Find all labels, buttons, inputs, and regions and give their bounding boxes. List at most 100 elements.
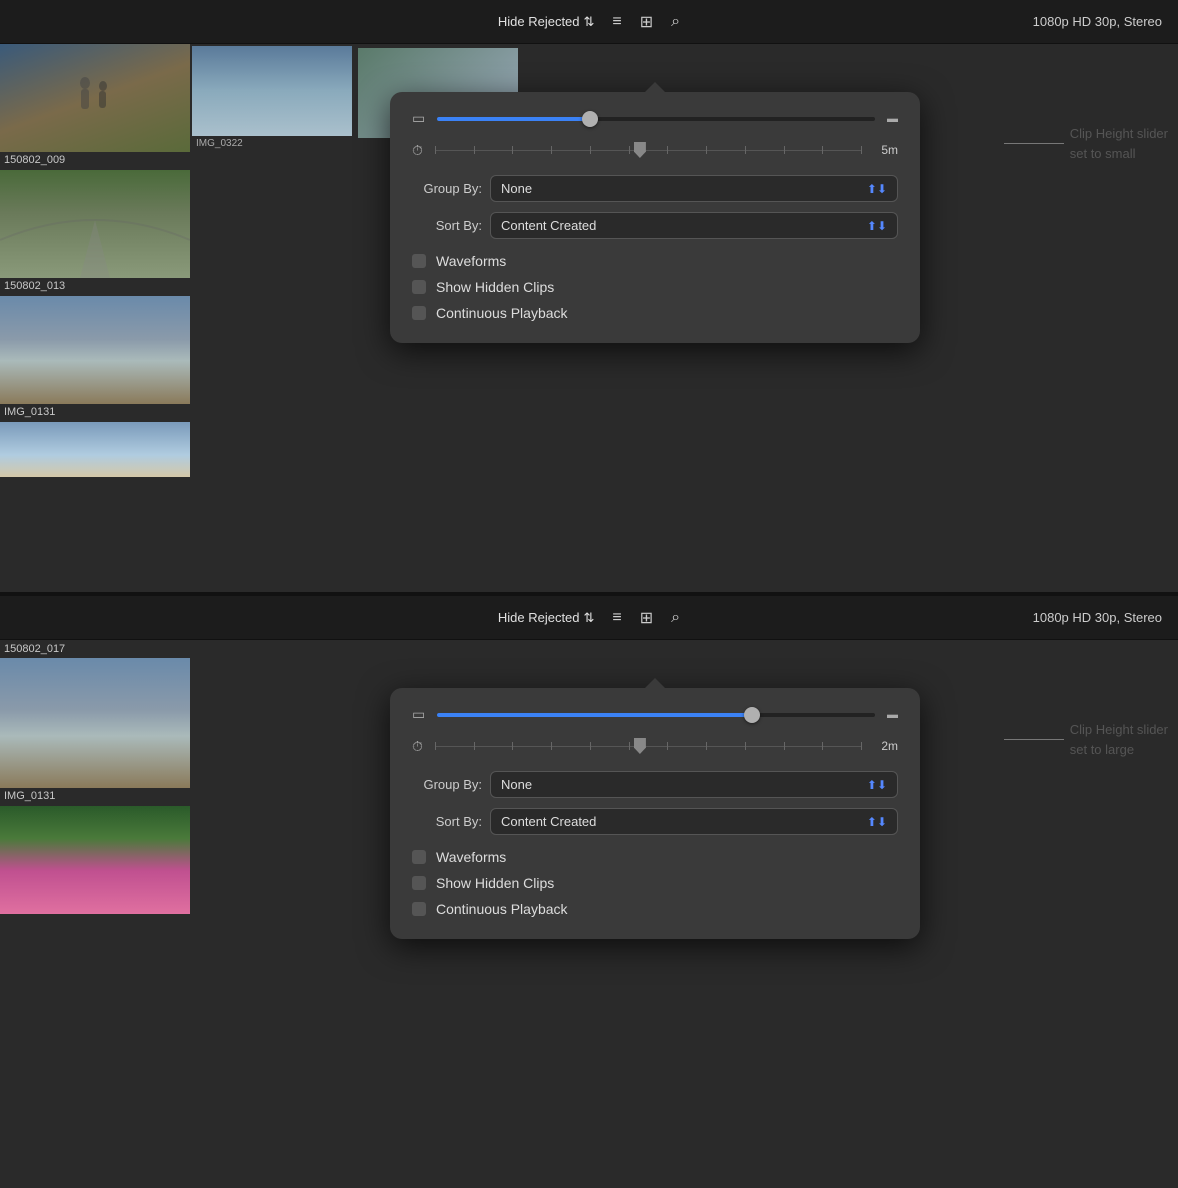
duration-thumb-bottom[interactable]	[634, 738, 646, 754]
main-area-bottom: ▭ ▬ ⏱	[190, 640, 1178, 1188]
continuous-playback-checkbox-top[interactable]	[412, 306, 426, 320]
clip-item-flowers-bottom[interactable]	[0, 806, 190, 914]
clip-small-icon: ▭	[412, 110, 425, 127]
popup-top: ▭ ▬ ⏱	[390, 92, 920, 343]
sort-by-value-bottom: Content Created	[501, 814, 596, 829]
sort-by-row-bottom: Sort By: Content Created ⬆⬇	[412, 808, 898, 835]
duration-slider-row-top: ⏱	[412, 141, 898, 159]
continuous-playback-row-bottom: Continuous Playback	[412, 901, 898, 917]
clip-height-fill-bottom	[437, 713, 752, 717]
show-hidden-label-bottom: Show Hidden Clips	[436, 875, 554, 891]
clip-label-img0131-bottom: IMG_0131	[0, 788, 190, 806]
waveforms-label-bottom: Waveforms	[436, 849, 506, 865]
list-view-button-bottom[interactable]: ≡	[612, 609, 621, 627]
duration-ticks-bottom	[435, 742, 862, 750]
clip-item-road[interactable]: 150802_013	[0, 170, 190, 296]
topbar-bottom: Hide Rejected ⇅ ≡ ⊞ ⌕ 1080p HD 30p, Ster…	[0, 596, 1178, 640]
group-by-arrows-bottom: ⬆⬇	[867, 778, 887, 792]
clip-item-hikers[interactable]: 150802_009	[0, 44, 190, 170]
hide-rejected-button-bottom[interactable]: Hide Rejected ⇅	[498, 610, 595, 626]
thumb-partial-top	[192, 46, 352, 136]
thumb-sky	[0, 422, 190, 477]
clip-large-icon-bottom: ▬	[887, 709, 898, 721]
group-by-label-bottom: Group By:	[412, 777, 482, 792]
continuous-playback-label-bottom: Continuous Playback	[436, 901, 568, 917]
waveforms-checkbox-top[interactable]	[412, 254, 426, 268]
group-by-row-bottom: Group By: None ⬆⬇	[412, 771, 898, 798]
checkbox-section-top: Waveforms Show Hidden Clips Continuous P…	[412, 253, 898, 321]
topbar-center: Hide Rejected ⇅ ≡ ⊞ ⌕	[498, 12, 680, 32]
group-by-arrows-top: ⬆⬇	[867, 182, 887, 196]
clip-item-mountains[interactable]: IMG_0131	[0, 296, 190, 422]
duration-label-top: 5m	[874, 143, 898, 157]
continuous-playback-checkbox-bottom[interactable]	[412, 902, 426, 916]
duration-track-top[interactable]	[435, 141, 862, 159]
group-by-select-bottom[interactable]: None ⬆⬇	[490, 771, 898, 798]
clip-item-img0131-bottom[interactable]: IMG_0131	[0, 658, 190, 806]
thumb-flowers-bottom	[0, 806, 190, 914]
group-by-select-top[interactable]: None ⬆⬇	[490, 175, 898, 202]
sort-by-select-top[interactable]: Content Created ⬆⬇	[490, 212, 898, 239]
topbar-top: Hide Rejected ⇅ ≡ ⊞ ⌕ 1080p HD 30p, Ster…	[0, 0, 1178, 44]
thumb-hikers	[0, 44, 190, 152]
stopwatch-icon-bottom: ⏱	[412, 738, 423, 755]
waveforms-row-bottom: Waveforms	[412, 849, 898, 865]
thumb-road	[0, 170, 190, 278]
clip-height-thumb-bottom[interactable]	[744, 707, 760, 723]
thumb-mountains	[0, 296, 190, 404]
resolution-label: 1080p HD 30p, Stereo	[680, 14, 1162, 29]
continuous-playback-label-top: Continuous Playback	[436, 305, 568, 321]
duration-ticks-top	[435, 146, 862, 154]
show-hidden-checkbox-bottom[interactable]	[412, 876, 426, 890]
clip-label-road: 150802_013	[0, 278, 190, 296]
clip-height-track-bottom[interactable]	[437, 713, 875, 717]
stopwatch-icon-top: ⏱	[412, 142, 423, 159]
hide-rejected-button[interactable]: Hide Rejected ⇅	[498, 14, 595, 30]
duration-track-bottom[interactable]	[435, 737, 862, 755]
chevron-updown-icon-bottom: ⇅	[584, 610, 595, 626]
filmstrip-top: 150802_009 150802_013 IMG_0131	[0, 44, 190, 592]
duration-slider-row-bottom: ⏱	[412, 737, 898, 755]
hide-rejected-label-bottom: Hide Rejected	[498, 610, 580, 625]
show-hidden-row-top: Show Hidden Clips	[412, 279, 898, 295]
grid-view-button[interactable]: ⊞	[640, 12, 653, 32]
sort-by-label-bottom: Sort By:	[412, 814, 482, 829]
group-by-value-bottom: None	[501, 777, 532, 792]
hide-rejected-label: Hide Rejected	[498, 14, 580, 29]
filmstrip-bottom: 150802_017 IMG_0131	[0, 640, 190, 1188]
popup-bottom: ▭ ▬ ⏱	[390, 688, 920, 939]
clip-label-017: 150802_017	[0, 640, 190, 658]
chevron-updown-icon: ⇅	[584, 14, 595, 30]
list-view-button[interactable]: ≡	[612, 13, 621, 31]
sort-by-arrows-bottom: ⬆⬇	[867, 815, 887, 829]
clip-item-sky[interactable]	[0, 422, 190, 477]
sort-by-row-top: Sort By: Content Created ⬆⬇	[412, 212, 898, 239]
clip-height-fill-top	[437, 117, 590, 121]
grid-view-button-bottom[interactable]: ⊞	[640, 608, 653, 628]
sort-by-value-top: Content Created	[501, 218, 596, 233]
sort-by-select-bottom[interactable]: Content Created ⬆⬇	[490, 808, 898, 835]
clip-height-thumb-top[interactable]	[582, 111, 598, 127]
main-area-top: IMG_0322 ▭ ▬ ⏱	[190, 44, 1178, 592]
topbar-bottom-center: Hide Rejected ⇅ ≡ ⊞ ⌕	[498, 608, 680, 628]
show-hidden-label-top: Show Hidden Clips	[436, 279, 554, 295]
group-by-row-top: Group By: None ⬆⬇	[412, 175, 898, 202]
thumb-img0131-bottom	[0, 658, 190, 788]
clip-height-track-top[interactable]	[437, 117, 875, 121]
search-button[interactable]: ⌕	[671, 13, 680, 31]
group-by-value-top: None	[501, 181, 532, 196]
duration-thumb-top[interactable]	[634, 142, 646, 158]
waveforms-checkbox-bottom[interactable]	[412, 850, 426, 864]
waveforms-label-top: Waveforms	[436, 253, 506, 269]
clip-height-slider-row-bottom: ▭ ▬	[412, 706, 898, 723]
clip-label-hikers: 150802_009	[0, 152, 190, 170]
group-by-label-top: Group By:	[412, 181, 482, 196]
grid-label-partial: IMG_0322	[192, 136, 352, 151]
search-button-bottom[interactable]: ⌕	[671, 609, 680, 627]
continuous-playback-row-top: Continuous Playback	[412, 305, 898, 321]
resolution-label-bottom: 1080p HD 30p, Stereo	[680, 610, 1162, 625]
show-hidden-checkbox-top[interactable]	[412, 280, 426, 294]
clip-large-icon: ▬	[887, 113, 898, 125]
show-hidden-row-bottom: Show Hidden Clips	[412, 875, 898, 891]
panel-bottom: Hide Rejected ⇅ ≡ ⊞ ⌕ 1080p HD 30p, Ster…	[0, 596, 1178, 1188]
